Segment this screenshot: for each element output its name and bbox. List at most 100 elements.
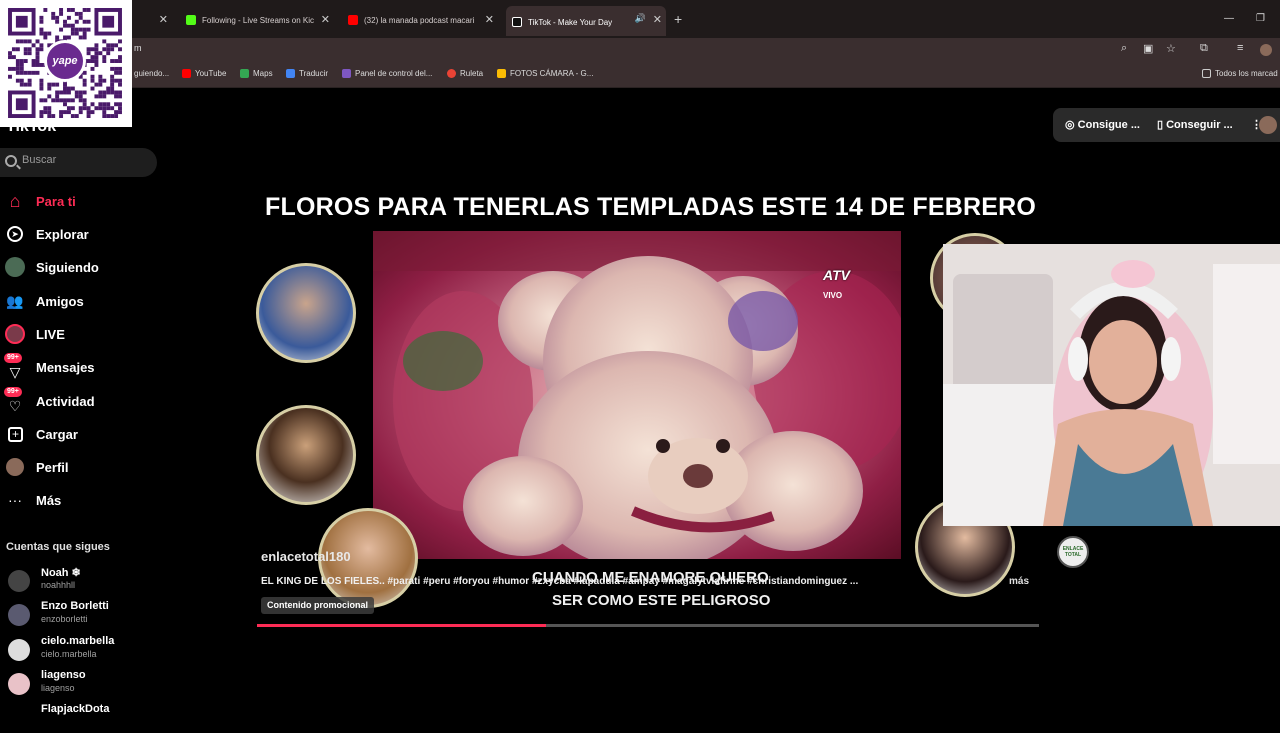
btn-label: Consigue ... — [1077, 119, 1140, 131]
url-text[interactable]: m — [134, 43, 142, 53]
bookmark-siguiendo[interactable]: guiendo... — [134, 69, 169, 78]
video-description: EL KING DE LOS FIELES.. #parati #peru #f… — [261, 576, 859, 587]
nav-cargar[interactable]: + Cargar — [0, 420, 150, 448]
close-tab-icon[interactable]: ✕ — [653, 13, 662, 26]
avatar — [8, 604, 30, 626]
account-handle: noahhhll — [41, 580, 76, 590]
bookmark-youtube[interactable]: YouTube — [182, 69, 226, 78]
browser-tab-1[interactable]: ✕ — [138, 8, 172, 32]
streamer-webcam — [943, 244, 1280, 526]
following-avatar-icon — [5, 257, 25, 277]
watermark-text: ENLACE TOTAL — [1062, 546, 1084, 558]
extensions-icon[interactable]: ⧉ — [1200, 42, 1208, 55]
top-actions: ◎ Consigue ... ▯ Conseguir ... ⋮ — [1053, 108, 1280, 142]
browser-tab-tiktok[interactable]: TikTok - Make Your Day 🔊 ✕ — [506, 6, 666, 36]
maps-icon — [240, 69, 249, 78]
tab-audio-icon[interactable]: 🔊 — [635, 13, 646, 24]
translate-icon — [286, 69, 295, 78]
account-name: Enzo Borletti — [41, 600, 109, 612]
nav-label: Mensajes — [36, 359, 95, 375]
zoom-icon[interactable]: ⌕ — [1121, 42, 1127, 55]
nav-mas[interactable]: ··· Más — [0, 486, 150, 514]
cast-icon[interactable]: ▣ — [1143, 42, 1153, 55]
tiktok-favicon-icon — [512, 17, 522, 27]
live-icon — [5, 324, 25, 344]
account-noah[interactable]: Noah ❄ noahhhll — [8, 566, 148, 596]
close-tab-icon[interactable]: ✕ — [485, 13, 494, 26]
bookmark-label: Maps — [253, 69, 273, 78]
yape-logo: yape — [44, 40, 86, 82]
get-app-button[interactable]: ▯ Conseguir ... — [1157, 118, 1233, 131]
restore-icon[interactable]: ❐ — [1256, 13, 1265, 24]
nav-label: LIVE — [36, 326, 65, 342]
youtube-icon — [182, 69, 191, 78]
tab-title: TikTok - Make Your Day — [528, 17, 613, 27]
messages-badge: 99+ — [4, 353, 22, 363]
nav-perfil[interactable]: Perfil — [0, 453, 150, 481]
search-input[interactable] — [22, 154, 142, 166]
new-tab-button[interactable]: + — [674, 11, 682, 27]
avatar — [8, 673, 30, 695]
ruleta-icon — [447, 69, 456, 78]
account-handle: cielo.marbella — [41, 649, 97, 659]
tab-title: Following - Live Streams on Kic — [202, 15, 315, 25]
minimize-icon[interactable]: — — [1224, 13, 1234, 24]
profile-avatar-icon[interactable] — [1260, 44, 1272, 56]
video-username[interactable]: enlacetotal180 — [261, 549, 351, 564]
bookmark-star-icon[interactable]: ☆ — [1166, 42, 1176, 55]
video-progress-bar[interactable] — [257, 624, 1039, 627]
nav-mensajes[interactable]: ▽ 99+ Mensajes — [0, 353, 150, 381]
more-link[interactable]: más — [1009, 576, 1029, 587]
account-enzo[interactable]: Enzo Borletti enzoborletti — [8, 600, 148, 630]
account-handle: liagenso — [41, 683, 75, 693]
address-bar[interactable]: m ⌕ ▣ ☆ ⧉ ≡ — [0, 38, 1280, 62]
nav-actividad[interactable]: ♡ 99+ Actividad — [0, 387, 150, 415]
browser-tab-bar: ✕ Following - Live Streams on Kic ✕ (32)… — [0, 0, 1280, 38]
drive-icon — [497, 69, 506, 78]
media-control-icon[interactable]: ≡ — [1237, 42, 1243, 54]
bookmark-label: guiendo... — [134, 69, 170, 78]
user-avatar[interactable] — [1259, 116, 1277, 134]
all-bookmarks[interactable]: Todos los marcad — [1202, 69, 1278, 78]
folder-icon — [1202, 69, 1211, 78]
bookmark-panel[interactable]: Panel de control del... — [342, 69, 432, 78]
browser-tab-youtube[interactable]: (32) la manada podcast macari ✕ — [342, 8, 498, 32]
close-tab-icon[interactable]: ✕ — [159, 13, 168, 26]
face-circle-top-left — [256, 263, 356, 363]
bookmark-ruleta[interactable]: Ruleta — [447, 69, 483, 78]
nav-para-ti[interactable]: ⌂ Para ti — [0, 187, 150, 215]
promo-badge: Contenido promocional — [261, 597, 374, 614]
close-tab-icon[interactable]: ✕ — [321, 13, 330, 26]
live-label: VIVO — [823, 291, 843, 300]
nav-live[interactable]: LIVE — [0, 320, 150, 348]
search-icon — [5, 155, 17, 167]
following-accounts-title: Cuentas que sigues — [6, 541, 110, 553]
channel-logo-text: ATV — [823, 267, 850, 283]
bookmark-fotos[interactable]: FOTOS CÁMARA - G... — [497, 69, 593, 78]
messages-icon: ▽ — [9, 363, 21, 380]
account-name: FlapjackDota — [41, 703, 110, 715]
video-player[interactable]: ATV VIVO — [373, 231, 901, 559]
bookmark-maps[interactable]: Maps — [240, 69, 273, 78]
upload-icon: + — [8, 426, 23, 442]
nav-explorar[interactable]: ➤ Explorar — [0, 220, 150, 248]
nav-amigos[interactable]: 👥 Amigos — [0, 287, 150, 315]
bookmark-label: Traducir — [299, 69, 329, 78]
bookmark-label: Ruleta — [460, 69, 484, 78]
avatar — [8, 570, 30, 592]
account-liagenso[interactable]: liagenso liagenso — [8, 669, 148, 699]
bookmark-label: Todos los marcad — [1215, 69, 1278, 78]
profile-icon — [6, 458, 24, 476]
nav-siguiendo[interactable]: Siguiendo — [0, 253, 150, 281]
nav-label: Cargar — [36, 426, 78, 442]
account-flapjack[interactable]: FlapjackDota — [8, 703, 148, 733]
account-handle: enzoborletti — [41, 614, 88, 624]
browser-tab-kick[interactable]: Following - Live Streams on Kic ✕ — [180, 8, 334, 32]
qr-code-overlay: yape — [0, 0, 132, 127]
account-cielo[interactable]: cielo.marbella cielo.marbella — [8, 635, 148, 665]
bookmark-traducir[interactable]: Traducir — [286, 69, 328, 78]
get-coins-button[interactable]: ◎ Consigue ... — [1065, 118, 1140, 131]
btn-label: Conseguir ... — [1166, 119, 1233, 131]
bookmark-label: YouTube — [195, 69, 227, 78]
search-box[interactable] — [0, 148, 157, 177]
